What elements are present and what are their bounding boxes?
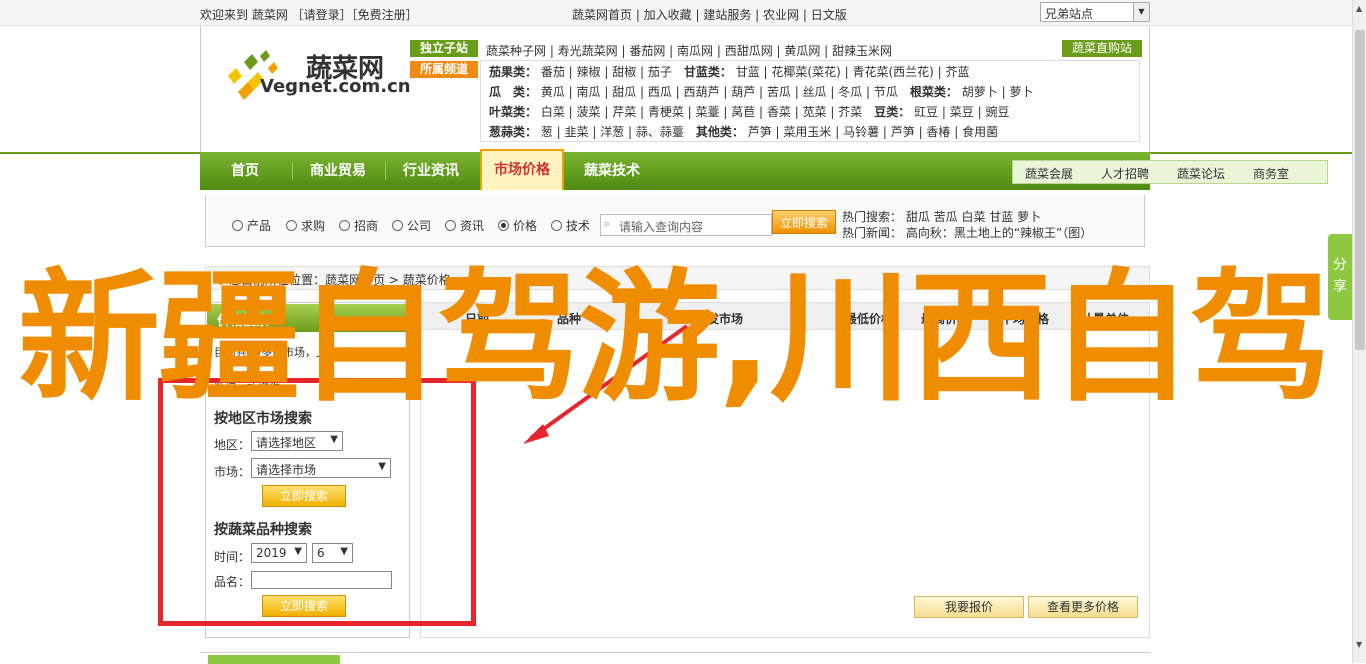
category-row[interactable]: 茄果类： 番茄 | 辣椒 | 甜椒 | 茄子 甘蓝类： 甘蓝 | 花椰菜(菜花)… — [489, 63, 969, 80]
next-section — [200, 652, 1150, 664]
direct-station-button[interactable]: 蔬菜直购站 — [1062, 40, 1142, 57]
site-select[interactable]: 兄弟站点 ▼ — [1040, 2, 1150, 22]
category-row[interactable]: 葱蒜类： 葱 | 韭菜 | 洋葱 | 蒜、蒜薹 其他类： 芦笋 | 菜用玉米 |… — [489, 123, 998, 140]
radio-price[interactable]: 价格 — [498, 217, 537, 234]
scrollbar[interactable]: ▲ ▼ — [1352, 0, 1366, 663]
hot-news[interactable]: 热门新闻： 高向秋：黑土地上的“辣椒王”（图） — [842, 224, 1092, 241]
overlay-title: 新疆自驾游,川西自驾 — [18, 256, 1332, 421]
scroll-down-icon[interactable]: ▼ — [1356, 640, 1362, 649]
hot-search[interactable]: 热门搜索： 甜瓜 苦瓜 白菜 甘蓝 萝卜 — [842, 208, 1041, 225]
category-row[interactable]: 瓜 类： 黄瓜 | 南瓜 | 甜瓜 | 西瓜 | 西葫芦 | 葫芦 | 苦瓜 |… — [489, 83, 1033, 100]
welcome-text[interactable]: 欢迎来到 蔬菜网 ［请登录］［免费注册］ — [200, 6, 418, 23]
subsite-links[interactable]: 蔬菜种子网 | 寿光蔬菜网 | 番茄网 | 南瓜网 | 西甜瓜网 | 黄瓜网 |… — [486, 42, 892, 59]
search-icon: ⌕ — [604, 217, 611, 230]
radio-product[interactable]: 产品 — [232, 217, 271, 234]
radio-company[interactable]: 公司 — [392, 217, 431, 234]
more-prices-button[interactable]: 查看更多价格 — [1028, 596, 1138, 618]
top-links[interactable]: 蔬菜网首页 | 加入收藏 | 建站服务 | 农业网 | 日文版 — [572, 6, 847, 23]
scroll-up-icon[interactable]: ▲ — [1356, 4, 1362, 13]
radio-invest[interactable]: 招商 — [339, 217, 378, 234]
nav-tech[interactable]: 蔬菜技术 — [568, 152, 656, 190]
category-row[interactable]: 叶菜类： 白菜 | 菠菜 | 芹菜 | 青梗菜 | 菜薹 | 莴苣 | 香菜 |… — [489, 103, 1009, 120]
share-button[interactable]: 分享 — [1328, 234, 1352, 320]
subnav-jobs[interactable]: 人才招聘 — [1101, 165, 1149, 182]
radio-news[interactable]: 资讯 — [445, 217, 484, 234]
radio-buy[interactable]: 求购 — [286, 217, 325, 234]
chevron-down-icon: ▼ — [1133, 3, 1149, 21]
subnav-expo[interactable]: 蔬菜会展 — [1025, 165, 1073, 182]
logo-en: Vegnet.com.cn — [260, 76, 411, 97]
nav-home[interactable]: 首页 — [200, 152, 290, 190]
radio-tech[interactable]: 技术 — [551, 217, 590, 234]
logo-icon — [228, 50, 278, 100]
search-input[interactable]: 请输入查询内容 — [600, 214, 772, 236]
category-box: 茄果类： 番茄 | 辣椒 | 甜椒 | 茄子 甘蓝类： 甘蓝 | 花椰菜(菜花)… — [480, 60, 1140, 142]
nav-news[interactable]: 行业资讯 — [387, 152, 475, 190]
divider — [385, 162, 386, 180]
tag-subsites: 独立子站 — [410, 40, 478, 57]
site-logo[interactable]: 蔬菜网 Vegnet.com.cn — [210, 36, 411, 114]
nav-trade[interactable]: 商业贸易 — [294, 152, 382, 190]
nav-prices[interactable]: 市场价格 — [480, 149, 564, 190]
main-nav: 首页 商业贸易 行业资讯 市场价格 蔬菜技术 蔬菜会展 人才招聘 蔬菜论坛 商务… — [200, 149, 1328, 190]
divider — [292, 162, 293, 180]
sub-nav: 蔬菜会展 人才招聘 蔬菜论坛 商务室 — [1012, 160, 1328, 184]
scroll-thumb[interactable] — [1355, 30, 1365, 350]
subnav-forum[interactable]: 蔬菜论坛 — [1177, 165, 1225, 182]
report-price-button[interactable]: 我要报价 — [914, 596, 1024, 618]
search-button[interactable]: 立即搜索 — [772, 210, 836, 234]
top-bar: 欢迎来到 蔬菜网 ［请登录］［免费注册］ 蔬菜网首页 | 加入收藏 | 建站服务… — [0, 0, 1352, 26]
tag-channel: 所属频道 — [410, 61, 478, 78]
subnav-office[interactable]: 商务室 — [1253, 165, 1289, 182]
